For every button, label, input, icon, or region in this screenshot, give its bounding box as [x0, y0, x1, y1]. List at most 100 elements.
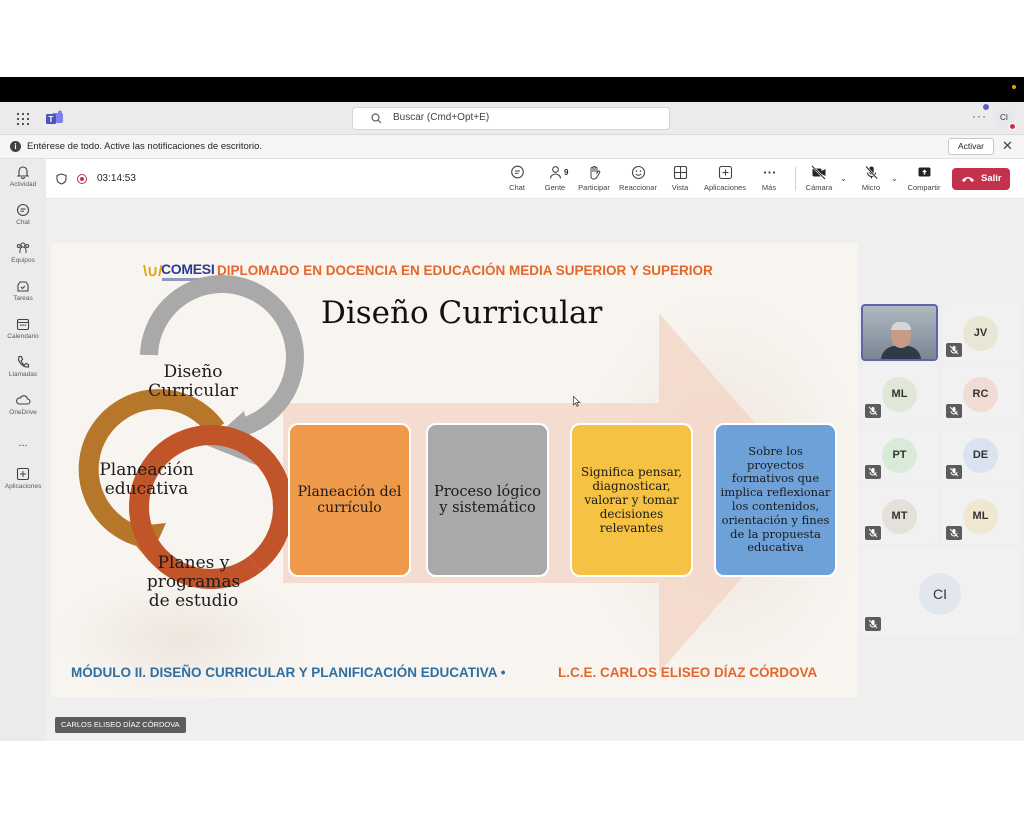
rail-more-button[interactable]: ...: [0, 435, 46, 449]
slide-footer-author: L.C.E. CARLOS ELISEO DÍAZ CÓRDOVA: [558, 665, 818, 680]
more-icon: [763, 171, 775, 174]
notification-banner: i Entérese de todo. Active las notificac…: [0, 135, 1024, 159]
view-button[interactable]: Vista: [655, 165, 705, 192]
meeting-toolbar: 03:14:53 Chat 9 Gente Participar Reaccio…: [46, 159, 1024, 199]
rail-item-onedrive[interactable]: OneDrive: [0, 393, 46, 416]
concept-box-2: Proceso lógico y sistemático: [426, 423, 549, 577]
participant-tile[interactable]: ML: [861, 365, 938, 422]
participant-avatar: ML: [882, 377, 917, 412]
phone-icon: [17, 355, 30, 368]
rail-item-calls[interactable]: Llamadas: [0, 355, 46, 378]
share-icon: [918, 167, 930, 177]
close-icon[interactable]: ✕: [1002, 138, 1013, 154]
rail-label: Chat: [16, 219, 30, 226]
avatar-initials: CI: [1000, 113, 1008, 122]
muted-mic-icon: [865, 465, 881, 479]
camera-off-icon: [811, 165, 826, 180]
title-bar: T Buscar (Cmd+Opt+E) ··· CI: [0, 102, 1024, 135]
rail-label: Tareas: [13, 295, 33, 302]
rail-item-apps[interactable]: Aplicaciones: [0, 467, 46, 490]
cycle-step-1: Diseño Curricular: [143, 362, 243, 402]
app-grid-icon[interactable]: [16, 112, 30, 126]
rail-item-chat[interactable]: Chat: [0, 203, 46, 226]
concept-box-1: Planeación del currículo: [288, 423, 411, 577]
search-icon: [371, 113, 382, 124]
grid-view-icon: [673, 165, 687, 180]
busy-status-badge: [1009, 123, 1016, 130]
mic-label: Micro: [861, 183, 881, 192]
rail-label: Aplicaciones: [4, 483, 42, 490]
muted-mic-icon: [865, 404, 881, 418]
participant-video-tile[interactable]: [861, 304, 938, 361]
self-participant-tile[interactable]: CI: [861, 548, 1020, 635]
raise-hand-button[interactable]: Participar: [569, 165, 619, 192]
add-app-icon: [718, 165, 732, 180]
cycle-step-line: Curricular: [148, 381, 238, 402]
hang-up-icon: [962, 177, 974, 182]
people-icon: [549, 166, 561, 179]
emoji-icon: [631, 165, 645, 180]
teams-logo-icon: T: [46, 110, 63, 124]
hand-icon: [590, 166, 600, 180]
raise-hand-label: Participar: [578, 183, 610, 192]
search-input[interactable]: Buscar (Cmd+Opt+E): [352, 107, 670, 130]
rail-item-teams[interactable]: Equipos: [0, 241, 46, 264]
cycle-step-line: de estudio: [148, 591, 239, 612]
participant-tile[interactable]: MT: [861, 487, 938, 544]
cycle-step-2: Planeación educativa: [89, 460, 204, 499]
notification-message: Entérese de todo. Active las notificacio…: [27, 141, 262, 152]
leave-label: Salir: [981, 173, 1002, 184]
shared-slide: \∪/ COMESI DIPLOMADO EN DOCENCIA EN EDUC…: [51, 243, 858, 697]
apps-label: Aplicaciones: [703, 183, 747, 192]
mic-button[interactable]: Micro: [846, 165, 896, 192]
muted-mic-icon: [865, 526, 881, 540]
participant-avatar: ML: [963, 499, 998, 534]
status-dot: [1012, 85, 1016, 89]
apps-button[interactable]: Aplicaciones: [700, 165, 750, 192]
participant-tile[interactable]: RC: [942, 365, 1019, 422]
camera-label: Cámara: [805, 183, 833, 192]
avatar[interactable]: CI: [994, 108, 1016, 130]
muted-mic-icon: [946, 526, 962, 540]
participant-tile[interactable]: ML: [942, 487, 1019, 544]
camera-button[interactable]: Cámara: [794, 165, 844, 192]
muted-mic-icon: [865, 617, 881, 631]
video-person-body: [881, 346, 921, 359]
calendar-icon: [16, 318, 30, 331]
rail-item-calendar[interactable]: Calendario: [0, 317, 46, 340]
more-button[interactable]: Más: [744, 165, 794, 192]
search-placeholder: Buscar (Cmd+Opt+E): [393, 112, 490, 123]
activate-notifications-button[interactable]: Activar: [948, 138, 994, 155]
leave-button[interactable]: Salir: [952, 168, 1010, 190]
rail-item-tasks[interactable]: Tareas: [0, 279, 46, 302]
participant-avatar: PT: [882, 438, 917, 473]
participant-tile[interactable]: DE: [942, 426, 1019, 483]
participant-avatar: MT: [882, 499, 917, 534]
presenter-name-tag: CARLOS ELISEO DÍAZ CÓRDOVA: [55, 717, 186, 733]
app-rail: Actividad Chat Equipos Tareas Calendario…: [0, 159, 46, 741]
cycle-step-line: Planes y: [157, 553, 230, 573]
participant-avatar: DE: [963, 438, 998, 473]
cycle-step-line: programas: [146, 572, 241, 593]
chat-icon: [16, 203, 30, 217]
tasks-icon: [17, 281, 29, 292]
muted-mic-icon: [946, 404, 962, 418]
chat-icon: [510, 165, 524, 179]
cycle-step-line: Planeación: [99, 460, 194, 480]
cloud-icon: [16, 395, 31, 405]
more-icon: ...: [18, 437, 28, 449]
share-button[interactable]: Compartir: [899, 165, 949, 192]
video-person-hair: [891, 322, 911, 330]
top-black-bar: [0, 77, 1024, 102]
info-icon: i: [10, 141, 21, 152]
bell-icon: [16, 166, 30, 179]
more-label: Más: [761, 183, 777, 192]
rail-item-activity[interactable]: Actividad: [0, 165, 46, 188]
participant-tile[interactable]: PT: [861, 426, 938, 483]
more-options-icon[interactable]: ···: [972, 109, 987, 123]
participant-tile[interactable]: JV: [942, 304, 1019, 361]
mic-options-chevron-icon[interactable]: ⌄: [891, 174, 898, 183]
mic-off-icon: [864, 165, 878, 180]
shield-icon[interactable]: [56, 173, 67, 185]
view-label: Vista: [671, 183, 689, 192]
